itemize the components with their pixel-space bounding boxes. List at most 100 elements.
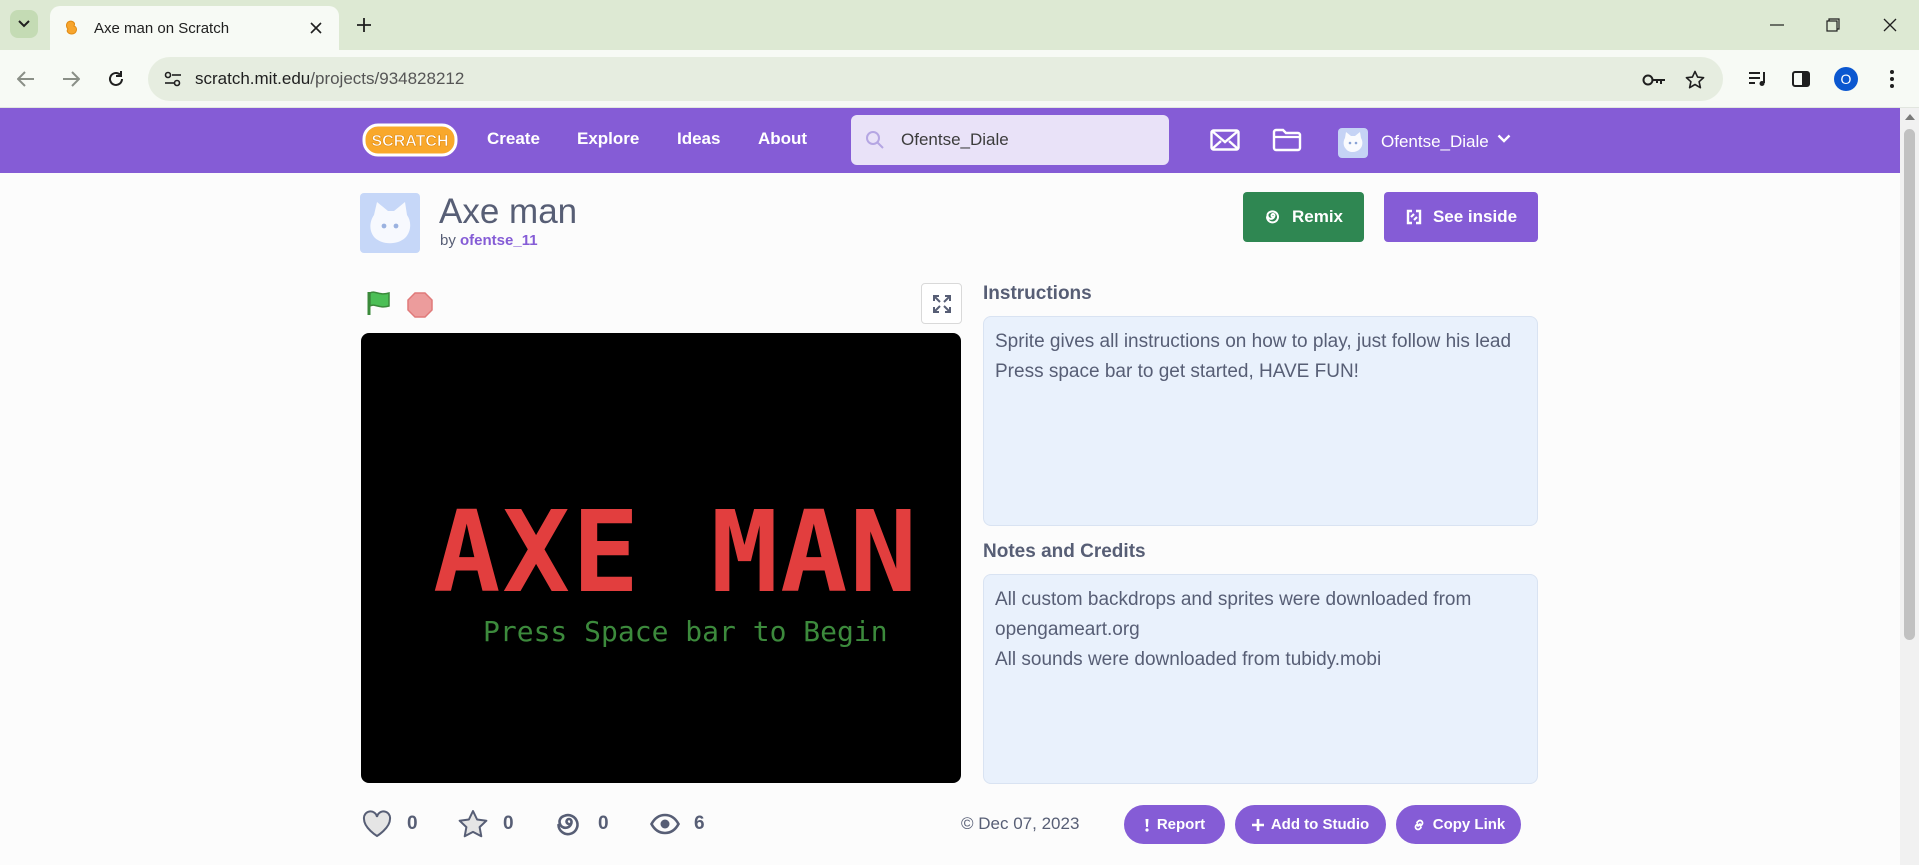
new-tab-button[interactable] [350,11,378,39]
copy-link-label: Copy Link [1432,816,1506,833]
search-icon [866,131,884,149]
forward-button[interactable] [54,62,88,96]
scratch-favicon-icon [64,20,80,36]
share-date-text: Dec 07, 2023 [978,814,1080,833]
heart-icon [362,810,392,838]
chevron-down-icon [18,20,30,28]
remix-count: 0 [598,813,609,834]
remix-stat: 0 [554,806,609,842]
url-host: scratch.mit.edu [195,69,311,88]
remix-label: Remix [1291,207,1344,226]
byline-prefix: by [440,232,456,249]
see-inside-button[interactable]: See inside [1384,192,1538,242]
scrollbar-thumb[interactable] [1904,129,1915,640]
author-link[interactable]: ofentse_11 [460,232,538,249]
stage-start-prompt: Press Space bar to Begin [483,615,888,648]
nav-create-link[interactable]: Create [487,129,540,149]
fullscreen-expand-icon [932,294,951,313]
love-count: 0 [407,813,418,834]
minimize-button[interactable] [1757,10,1797,40]
stop-sign-icon[interactable] [407,292,433,318]
nav-explore-link[interactable]: Explore [577,129,639,149]
username-label[interactable]: Ofentse_Diale [1381,132,1489,152]
svg-text:SCRATCH: SCRATCH [371,133,448,150]
eye-icon [650,813,680,835]
see-inside-icon [1406,209,1422,225]
browser-toolbar: scratch.mit.edu/projects/934828212 O [0,50,1919,108]
author-avatar[interactable] [360,193,420,253]
report-button[interactable]: Report [1124,805,1225,844]
restore-icon [1826,18,1840,32]
project-byline: by ofentse_11 [440,232,538,249]
page-scrollbar[interactable] [1900,108,1919,865]
user-avatar[interactable] [1338,128,1368,158]
close-window-button[interactable] [1870,10,1910,40]
scratch-logo[interactable]: SCRATCH [362,122,458,158]
search-input[interactable]: Ofentse_Diale [851,115,1169,165]
add-to-studio-label: Add to Studio [1270,816,1370,833]
scroll-up-arrow-icon[interactable] [1905,114,1915,120]
url-path: /projects/934828212 [310,69,465,88]
remix-spiral-icon [557,813,579,836]
scratch-cat-avatar-icon [370,202,411,244]
chevron-down-icon[interactable] [1497,134,1511,143]
star-icon [458,810,488,838]
exclamation-icon [1145,818,1149,832]
notes-text: All custom backdrops and sprites were do… [983,574,1538,784]
plus-icon [357,18,371,32]
see-inside-label: See inside [1432,207,1518,226]
reload-button[interactable] [99,62,133,96]
share-date: © Dec 07, 2023 [961,814,1079,834]
plus-icon [1251,818,1264,831]
restore-button[interactable] [1813,10,1853,40]
messages-icon[interactable] [1209,124,1241,156]
green-flag-icon[interactable] [366,290,392,316]
add-to-studio-button[interactable]: Add to Studio [1235,805,1386,844]
remix-button[interactable]: Remix [1243,192,1364,242]
browser-menu-icon[interactable] [1877,64,1907,94]
project-stage[interactable]: AXE MAN Press Space bar to Begin [361,333,961,783]
arrow-left-icon [17,71,34,87]
my-stuff-folder-icon[interactable] [1271,124,1303,156]
scratch-navbar: SCRATCH Create Explore Ideas About Ofent… [0,108,1900,173]
copyright-icon: © [961,814,974,833]
arrow-right-icon [63,71,80,87]
notes-heading: Notes and Credits [983,541,1146,562]
nav-about-link[interactable]: About [758,129,807,149]
view-stat: 6 [650,806,705,842]
minimize-icon [1770,24,1784,26]
copy-link-button[interactable]: Copy Link [1396,805,1521,844]
media-controls-icon[interactable] [1743,64,1773,94]
back-button[interactable] [9,62,43,96]
tab-title: Axe man on Scratch [94,19,230,37]
tab-search-button[interactable] [10,10,38,38]
site-info-icon[interactable] [158,64,188,94]
report-label: Report [1156,816,1206,833]
stage-game-title: AXE MAN [433,488,920,618]
instructions-text: Sprite gives all instructions on how to … [983,316,1538,526]
instructions-heading: Instructions [983,283,1092,304]
favorite-stat[interactable]: 0 [457,806,514,842]
love-stat[interactable]: 0 [361,806,418,842]
browser-tab-active[interactable]: Axe man on Scratch [50,6,339,50]
fullscreen-button[interactable] [921,283,962,324]
reload-icon [109,71,123,86]
scratch-cat-avatar-icon [1343,132,1363,152]
url-text: scratch.mit.edu/projects/934828212 [195,69,464,89]
address-bar[interactable]: scratch.mit.edu/projects/934828212 [148,57,1723,101]
remix-spiral-icon [1265,210,1279,224]
browser-tab-strip: Axe man on Scratch [0,0,1919,50]
project-title: Axe man [439,192,578,231]
search-value: Ofentse_Diale [901,130,1009,149]
close-icon [1883,18,1897,32]
profile-avatar: O [1834,67,1858,91]
nav-ideas-link[interactable]: Ideas [677,129,720,149]
view-count: 6 [694,813,705,834]
side-panel-icon[interactable] [1786,64,1816,94]
tab-close-icon[interactable] [303,15,329,41]
link-icon [1414,819,1424,830]
star-bookmark-icon[interactable] [1683,68,1707,92]
key-icon[interactable] [1642,68,1666,92]
profile-button[interactable]: O [1831,64,1861,94]
favorite-count: 0 [503,813,514,834]
